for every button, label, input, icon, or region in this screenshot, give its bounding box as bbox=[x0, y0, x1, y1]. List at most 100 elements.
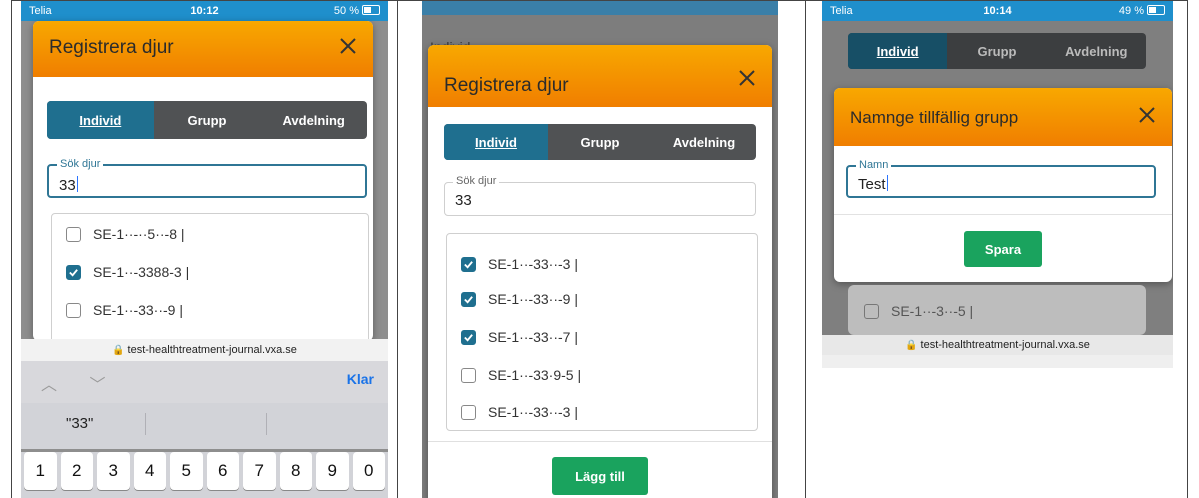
list-item[interactable]: SE-1··-3388-3 | bbox=[66, 264, 189, 280]
key-9[interactable]: 9 bbox=[316, 452, 349, 490]
url-text: test-healthtreatment-journal.vxa.se bbox=[127, 344, 297, 356]
name-group-modal: Namnge tillfällig grupp Namn Test Spara bbox=[834, 88, 1172, 282]
search-value: 33 bbox=[455, 192, 472, 209]
add-button[interactable]: Lägg till bbox=[552, 457, 648, 495]
checkbox-checked[interactable] bbox=[66, 264, 81, 280]
animal-list: SE-1··-··5··-8 | SE-1··-3388-3 | SE-1··-… bbox=[51, 213, 369, 341]
checkbox[interactable] bbox=[461, 367, 476, 383]
checkbox[interactable] bbox=[66, 226, 81, 242]
tab-avdelning[interactable]: Avdelning bbox=[1047, 33, 1146, 69]
checkbox-checked[interactable] bbox=[461, 291, 476, 307]
animal-id: SE-1··-··5··-8 | bbox=[93, 226, 185, 242]
suggestion-divider bbox=[145, 413, 146, 435]
checkbox-checked[interactable] bbox=[461, 329, 476, 345]
list-item[interactable]: SE-1··-33··-7 | bbox=[461, 329, 578, 345]
tab-grupp[interactable]: Grupp bbox=[154, 101, 261, 139]
keyboard-suggestions: "33" bbox=[21, 403, 388, 449]
name-value: Test bbox=[858, 175, 888, 193]
key-7[interactable]: 7 bbox=[243, 452, 276, 490]
checkbox-checked[interactable] bbox=[461, 256, 476, 272]
key-3[interactable]: 3 bbox=[97, 452, 130, 490]
search-label: Sök djur bbox=[57, 158, 104, 170]
battery-icon bbox=[362, 5, 380, 15]
battery-indicator: 49 % bbox=[1119, 5, 1165, 17]
tab-individ[interactable]: Individ bbox=[444, 124, 548, 160]
status-bar: Telia 10:14 49 % bbox=[822, 1, 1173, 21]
tab-avdelning[interactable]: Avdelning bbox=[652, 124, 756, 160]
battery-icon bbox=[1147, 5, 1165, 15]
search-value: 33 bbox=[59, 176, 78, 194]
table-border-1 bbox=[397, 0, 398, 498]
toolbar-strip bbox=[822, 355, 1173, 368]
close-icon[interactable] bbox=[736, 67, 758, 89]
animal-id: SE-1··-3388-3 | bbox=[93, 264, 190, 280]
checkmark-icon bbox=[69, 268, 78, 277]
close-icon[interactable] bbox=[1136, 104, 1158, 126]
checkmark-icon bbox=[464, 260, 473, 269]
modal-header: Registrera djur bbox=[428, 45, 772, 107]
checkbox[interactable] bbox=[66, 302, 81, 318]
table-border-2 bbox=[805, 0, 806, 498]
tab-avdelning[interactable]: Avdelning bbox=[260, 101, 367, 139]
done-button[interactable]: Klar bbox=[347, 371, 374, 387]
tab-individ[interactable]: Individ bbox=[848, 33, 948, 69]
modal-header: Registrera djur bbox=[33, 21, 373, 77]
modal-title: Registrera djur bbox=[49, 37, 174, 58]
register-animal-modal: Registrera djur Individ Grupp Avdelning … bbox=[428, 45, 772, 498]
url-bar[interactable]: 🔒 test-healthtreatment-journal.vxa.se bbox=[21, 339, 388, 361]
screenshot-name-temporary-group: Telia 10:14 49 % Individ Grupp Avdelning… bbox=[822, 1, 1173, 368]
footer-divider bbox=[834, 214, 1172, 215]
list-item[interactable]: SE-1··-33·9-5 | bbox=[461, 367, 581, 383]
save-button[interactable]: Spara bbox=[964, 231, 1042, 267]
search-animal-field[interactable]: Sök djur 33 bbox=[444, 175, 756, 216]
background-list: SE-1··-3··-5 | bbox=[848, 285, 1146, 335]
list-item[interactable]: SE-1··-33··-3 | bbox=[461, 256, 578, 272]
url-text: test-healthtreatment-journal.vxa.se bbox=[920, 339, 1090, 351]
close-icon[interactable] bbox=[337, 35, 359, 57]
animal-id: SE-1··-33··-9 | bbox=[488, 291, 578, 307]
tab-grupp[interactable]: Grupp bbox=[548, 124, 652, 160]
animal-id: SE-1··-3··-5 | bbox=[891, 303, 974, 319]
checkbox[interactable] bbox=[461, 404, 476, 420]
register-animal-modal: Registrera djur Individ Grupp Avdelning … bbox=[33, 21, 373, 341]
modal-title: Registrera djur bbox=[444, 75, 569, 96]
screenshot-register-individual-search: Telia 10:12 50 % Registrera djur Individ… bbox=[21, 1, 388, 498]
nav-arrows-icon[interactable]: ︿ ﹀ bbox=[41, 371, 119, 395]
lock-icon: 🔒 bbox=[112, 345, 125, 356]
list-item[interactable]: SE-1··-33··-9 | bbox=[66, 302, 183, 318]
animal-id: SE-1··-33··-3 | bbox=[488, 404, 578, 420]
screenshot-register-individual-selected: Individ Registrera djur Individ Grupp Av… bbox=[422, 1, 778, 498]
tab-group-background: Individ Grupp Avdelning bbox=[848, 33, 1146, 69]
status-bar: Telia 10:12 50 % bbox=[21, 1, 388, 21]
name-label: Namn bbox=[856, 159, 892, 171]
key-0[interactable]: 0 bbox=[352, 452, 385, 490]
checkmark-icon bbox=[464, 295, 473, 304]
animal-id: SE-1··-33··-7 | bbox=[488, 329, 578, 345]
key-2[interactable]: 2 bbox=[60, 452, 93, 490]
list-item[interactable]: SE-1··-··5··-8 | bbox=[66, 226, 185, 242]
tab-individ[interactable]: Individ bbox=[47, 101, 154, 139]
key-1[interactable]: 1 bbox=[24, 452, 57, 490]
search-animal-field[interactable]: Sök djur 33 bbox=[47, 158, 367, 198]
key-5[interactable]: 5 bbox=[170, 452, 203, 490]
key-4[interactable]: 4 bbox=[133, 452, 166, 490]
suggestion-item[interactable]: "33" bbox=[66, 415, 93, 432]
suggestion-divider bbox=[266, 413, 267, 435]
key-8[interactable]: 8 bbox=[279, 452, 312, 490]
animal-id: SE-1··-33··-9 | bbox=[93, 302, 183, 318]
animal-id: SE-1··-33·9-5 | bbox=[488, 367, 582, 383]
status-bar bbox=[422, 1, 778, 15]
animal-list: SE-1··-33··-3 | SE-1··-33··-9 | SE-1··-3… bbox=[446, 233, 758, 431]
group-name-field[interactable]: Namn Test bbox=[846, 159, 1156, 198]
tab-group: Individ Grupp Avdelning bbox=[47, 101, 367, 139]
checkbox bbox=[864, 303, 879, 319]
url-bar[interactable]: 🔒 test-healthtreatment-journal.vxa.se bbox=[822, 335, 1173, 355]
tab-grupp[interactable]: Grupp bbox=[947, 33, 1046, 69]
lock-icon: 🔒 bbox=[905, 340, 918, 351]
keyboard-toolbar: ︿ ﹀ Klar bbox=[21, 361, 388, 403]
modal-title: Namnge tillfällig grupp bbox=[850, 108, 1019, 127]
table-border-left bbox=[11, 0, 12, 498]
list-item[interactable]: SE-1··-33··-3 | bbox=[461, 404, 578, 420]
key-6[interactable]: 6 bbox=[206, 452, 239, 490]
list-item[interactable]: SE-1··-33··-9 | bbox=[461, 291, 578, 307]
